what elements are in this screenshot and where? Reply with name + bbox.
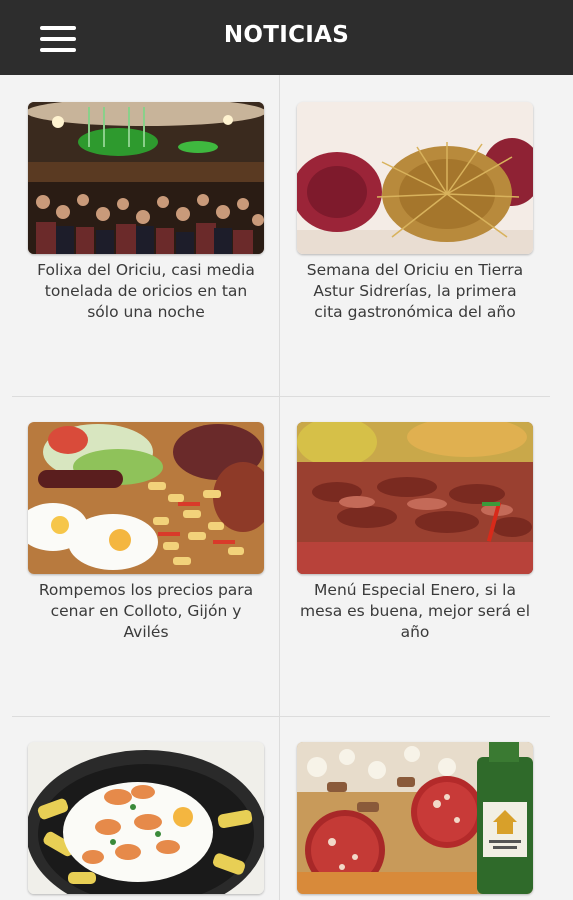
news-card-image	[297, 742, 533, 894]
row-divider	[12, 396, 550, 397]
news-card-image	[28, 742, 264, 894]
news-card[interactable]: Rompemos los precios para cenar en Collo…	[28, 422, 268, 643]
row-divider	[12, 716, 550, 717]
news-card-title: Rompemos los precios para cenar en Collo…	[38, 581, 254, 641]
news-card[interactable]: Folixa del Oriciu, casi media tonelada d…	[28, 102, 268, 323]
news-card-title: Semana del Oriciu en Tierra Astur Sidrer…	[306, 261, 524, 321]
news-card[interactable]	[297, 742, 537, 894]
news-card-image	[297, 422, 533, 574]
news-card-image	[297, 102, 533, 254]
news-card-title: Folixa del Oriciu, casi media tonelada d…	[37, 261, 255, 321]
page-title: NOTICIAS	[223, 22, 350, 48]
news-card-image	[28, 422, 264, 574]
news-card[interactable]	[28, 742, 268, 894]
news-card-image	[28, 102, 264, 254]
news-grid: Folixa del Oriciu, casi media tonelada d…	[0, 75, 573, 900]
app-bar: NOTICIAS	[0, 0, 573, 75]
news-card[interactable]: Menú Especial Enero, si la mesa es buena…	[297, 422, 537, 643]
column-divider	[279, 75, 280, 900]
news-card[interactable]: Semana del Oriciu en Tierra Astur Sidrer…	[297, 102, 537, 323]
news-card-title: Menú Especial Enero, si la mesa es buena…	[299, 581, 531, 641]
